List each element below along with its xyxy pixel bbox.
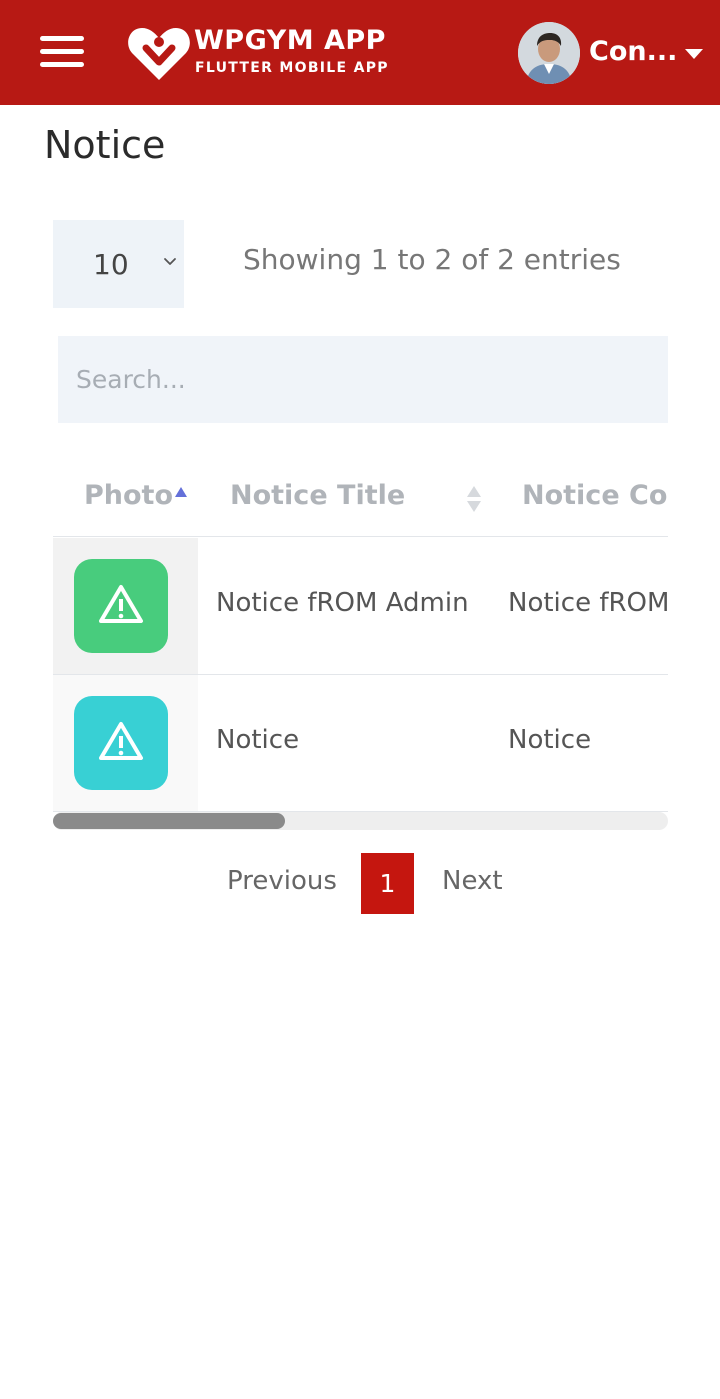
- table-row[interactable]: Notice Notice: [53, 675, 668, 812]
- caret-down-icon[interactable]: [685, 49, 703, 59]
- entries-length-value: 10: [93, 248, 129, 281]
- column-header-label: Notice Con: [522, 480, 668, 511]
- table-header: Photo Notice Title Notice Con: [53, 460, 668, 537]
- avatar: [518, 22, 580, 84]
- app-header: WPGYM APP FLUTTER MOBILE APP Con...: [0, 0, 720, 105]
- column-header-label: Photo: [84, 480, 174, 511]
- notice-content-cell: Notice: [508, 725, 592, 755]
- search-input[interactable]: [58, 336, 668, 423]
- notice-title-cell: Notice: [216, 725, 300, 755]
- column-header-label: Notice Title: [230, 480, 406, 511]
- page-title: Notice: [44, 123, 166, 167]
- sort-asc-icon: [175, 487, 187, 497]
- hamburger-menu-icon[interactable]: [40, 36, 84, 68]
- notice-photo: [74, 696, 168, 790]
- heart-logo-icon: [128, 28, 190, 80]
- photo-cell: [53, 538, 198, 674]
- notice-content-cell: Notice fROM: [508, 588, 668, 618]
- notice-table: Photo Notice Title Notice Con Notice: [53, 460, 668, 812]
- photo-cell: [53, 675, 198, 811]
- notice-photo: [74, 559, 168, 653]
- user-menu[interactable]: Con...: [518, 22, 708, 84]
- chevron-down-icon: [164, 258, 176, 265]
- next-page-button[interactable]: Next: [442, 866, 503, 896]
- column-header-notice-content[interactable]: Notice Con: [522, 480, 668, 511]
- table-info-text: Showing 1 to 2 of 2 entries: [243, 243, 621, 276]
- notice-title-cell: Notice fROM Admin: [216, 588, 469, 618]
- previous-page-button[interactable]: Previous: [227, 866, 337, 896]
- warning-icon: [99, 585, 143, 623]
- column-header-photo[interactable]: Photo: [84, 480, 173, 511]
- warning-icon: [99, 722, 143, 760]
- sort-both-icon: [467, 486, 481, 512]
- app-logo: WPGYM APP FLUTTER MOBILE APP: [126, 22, 396, 84]
- entries-length-select[interactable]: 10: [53, 220, 184, 308]
- app-subtitle: FLUTTER MOBILE APP: [195, 60, 389, 76]
- scrollbar-thumb[interactable]: [53, 813, 285, 829]
- table-horizontal-scrollbar[interactable]: [53, 812, 668, 830]
- table-row[interactable]: Notice fROM Admin Notice fROM: [53, 538, 668, 675]
- user-name: Con...: [589, 36, 678, 67]
- column-header-notice-title[interactable]: Notice Title: [230, 480, 405, 511]
- app-title: WPGYM APP: [194, 25, 386, 56]
- page-1-button[interactable]: 1: [361, 853, 414, 914]
